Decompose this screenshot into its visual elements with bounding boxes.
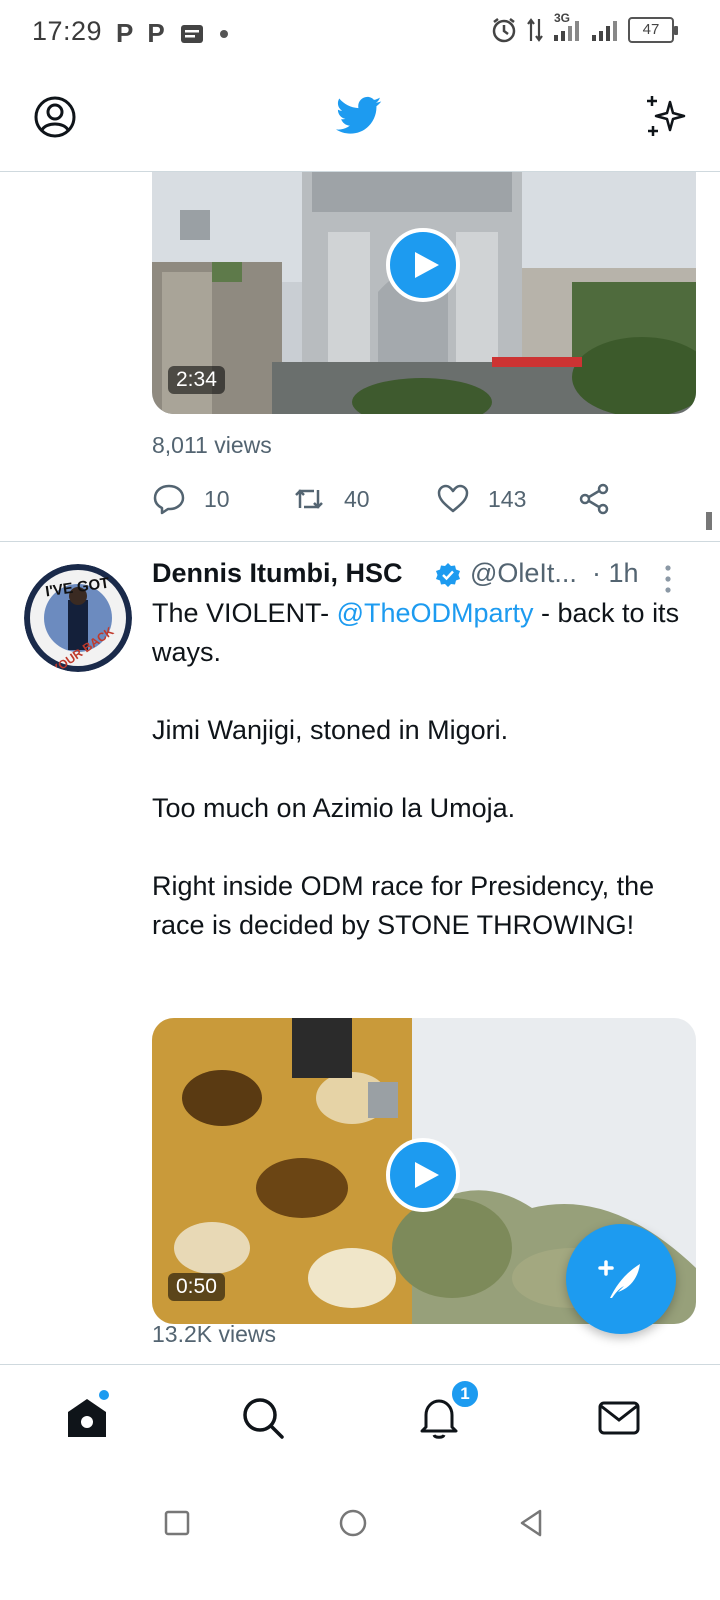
like-button[interactable]: 143 [436,482,526,516]
signal-3g-icon: 3G [552,11,582,43]
new-content-dot [98,1389,110,1401]
system-navigation [0,1474,720,1600]
p-notification-icon: P [147,18,165,48]
bottom-navigation: 1 [0,1364,720,1474]
back-triangle-icon[interactable] [514,1506,548,1540]
reply-icon [153,484,185,515]
alarm-icon [492,18,516,43]
tweet-paragraph: Too much on Azimio la Umoja. [152,793,516,823]
view-count: 13.2K views [152,1321,277,1347]
share-icon [579,483,609,515]
share-button[interactable] [578,482,612,516]
recent-apps-icon[interactable] [160,1506,194,1540]
p-notification-icon: P [116,18,134,48]
mention-link[interactable]: @TheODMparty [337,598,534,628]
play-button[interactable] [386,1138,460,1212]
data-arrows-icon [527,18,543,42]
battery-icon: 47 [628,17,678,43]
status-notification-icons: P P [116,18,229,49]
play-button[interactable] [386,228,460,302]
video-duration: 0:50 [168,1273,225,1301]
status-right-icons: 3G 47 [490,11,678,44]
video-duration: 2:34 [168,366,225,394]
status-time: 17:29 [32,16,103,46]
tweet-paragraph: Jimi Wanjigi, stoned in Migori. [152,715,509,745]
tweet-video-thumbnail[interactable]: 2:34 [152,172,696,414]
status-bar: 17:29 P P 3G 47 [0,0,720,64]
like-count: 143 [488,485,527,512]
compose-feather-icon [598,1260,640,1298]
play-icon [415,1162,439,1188]
retweet-icon [295,489,323,509]
notification-badge: 1 [450,1379,480,1409]
top-header [0,64,720,172]
author-handle[interactable]: @OleIt... [470,558,577,589]
compose-tweet-button[interactable] [566,1224,676,1334]
tweet-actions: 10 40 143 [152,482,632,522]
reply-count: 10 [204,485,230,512]
signal-icon [592,21,617,41]
twitter-bird-icon[interactable] [336,96,382,136]
search-icon [243,1398,284,1439]
timeline-feed[interactable]: 2:34 8,011 views 10 40 143 I'VE GOT YOUR… [0,172,720,1396]
tweet-time: · 1h [592,558,639,588]
home-circle-icon[interactable] [336,1506,370,1540]
tweet-text: The VIOLENT- @TheODMparty - back to its … [152,594,682,984]
tweet-paragraph: The VIOLENT- @TheODMparty - back to its … [152,594,682,672]
tweet-text-part: The VIOLENT- [152,598,337,628]
envelope-icon [598,1401,640,1435]
nav-search[interactable] [240,1395,290,1445]
view-count: 8,011 views [152,432,272,458]
nav-notifications[interactable]: 1 [416,1379,480,1445]
avatar[interactable]: I'VE GOT YOUR BACK [24,564,132,672]
reply-button[interactable]: 10 [152,482,230,516]
nav-home[interactable] [64,1389,114,1445]
tweet-header: Dennis Itumbi, HSC @OleIt... · 1h [152,558,682,594]
profile-icon[interactable] [34,96,76,138]
retweet-count: 40 [344,485,370,512]
scrollbar-thumb[interactable] [706,512,712,530]
heart-icon [437,484,469,513]
home-icon [68,1399,106,1437]
author-name[interactable]: Dennis Itumbi, HSC [152,558,403,589]
verified-badge-icon [436,563,460,587]
tweet-paragraph: Right inside ODM race for Presidency, th… [152,871,655,940]
retweet-button[interactable]: 40 [292,482,370,516]
tweet-divider [0,541,720,542]
sparkle-icon[interactable] [644,94,690,140]
more-options-icon[interactable] [664,564,672,594]
nav-messages[interactable] [596,1395,646,1445]
message-notification-icon [180,24,203,43]
play-icon [415,252,439,278]
dot-icon [219,29,228,38]
